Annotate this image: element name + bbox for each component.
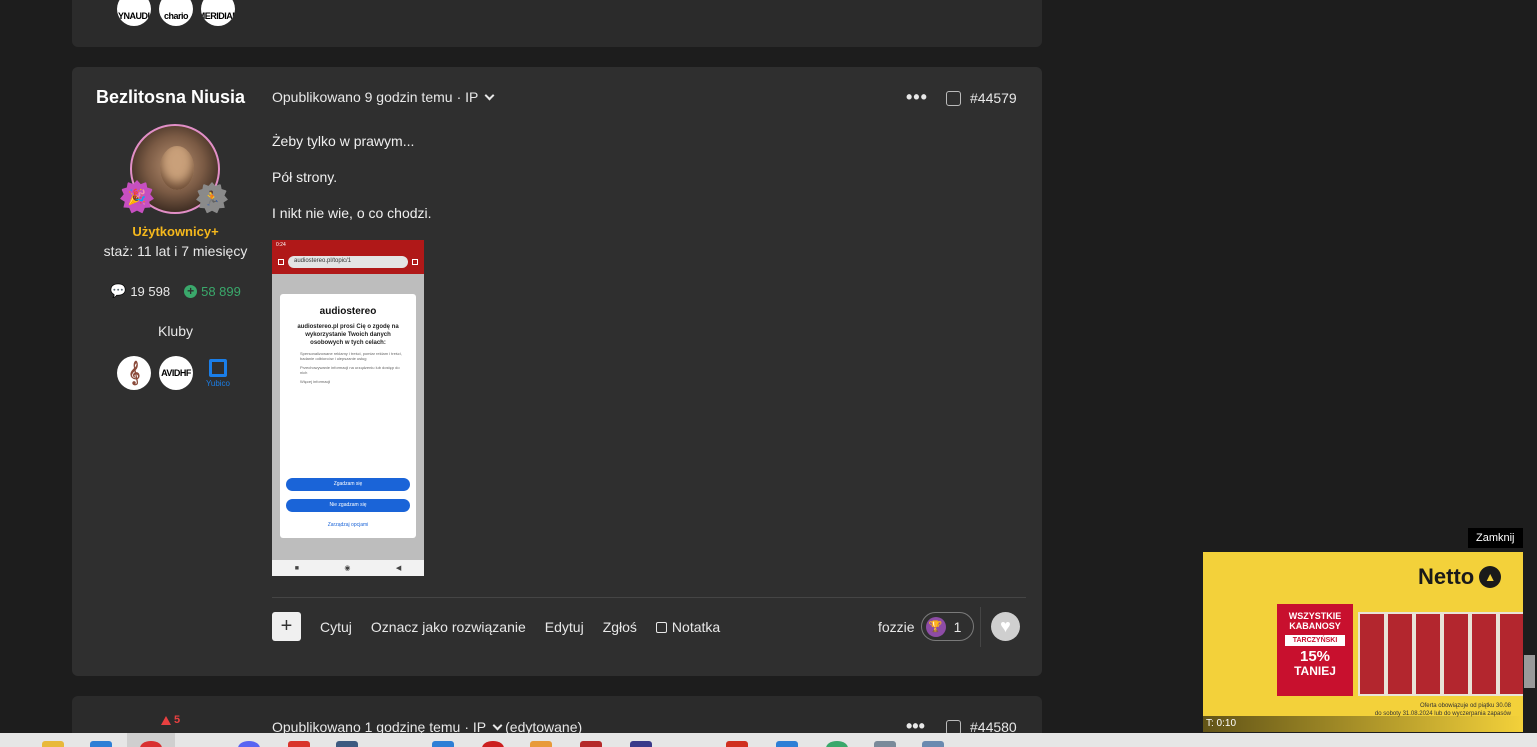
previous-post-clubs: DYNAUDIO chario MERIDIAN [117, 0, 235, 26]
consent-purpose: Przechowywanie informacji na urządzeniu … [300, 365, 400, 375]
ad-close-button[interactable]: Zamknij [1468, 528, 1523, 548]
chevron-down-icon[interactable] [492, 720, 503, 730]
chevron-down-icon[interactable] [484, 90, 495, 100]
app-icon[interactable] [776, 741, 798, 747]
consent-purpose: Spersonalizowane reklamy i treści, pomia… [300, 351, 402, 361]
consent-manage: Zarządzaj opcjami [327, 522, 369, 528]
forum-post: Bezlitosna Niusia 🎉 🏃 Użytkownicy+ staż:… [72, 67, 1042, 676]
reactions: fozzie 🏆 1 [878, 612, 975, 641]
phone-status-bar: 0:24 [272, 240, 424, 250]
content-line: I nikt nie wie, o co chodzi. [272, 205, 432, 221]
post-content: Żeby tylko w prawym... Pół strony. I nik… [272, 133, 432, 241]
author-name[interactable]: Bezlitosna Niusia [96, 87, 245, 108]
club-yubico[interactable]: Yubico [201, 356, 235, 390]
product-image [1358, 612, 1523, 696]
clubs-label: Kluby [157, 323, 194, 339]
avatar[interactable]: 🎉 🏃 [120, 124, 228, 216]
reputation: + 58 899 [184, 283, 241, 299]
netto-dog-icon: ▲ [1479, 566, 1502, 588]
app-icon[interactable] [432, 741, 454, 747]
plus-circle-icon: + [184, 284, 198, 298]
treble-clef-icon: 𝄞 [128, 361, 140, 384]
user-group: Użytkownicy+ [132, 224, 219, 239]
phone-url-bar: audiostereo.pl/topic/1 [272, 250, 424, 274]
ip-link[interactable]: · IP [457, 89, 479, 105]
app-icon[interactable] [580, 741, 602, 747]
app-icon[interactable] [530, 741, 552, 747]
club-avidhf[interactable]: AVIDHF [159, 356, 193, 390]
discord-icon[interactable] [238, 741, 260, 747]
ad-timer: T: 0:10 [1203, 716, 1523, 732]
app-icon[interactable] [336, 741, 358, 747]
more-options-icon[interactable]: ••• [906, 87, 928, 108]
audiostereo-logo: audiostereo [319, 306, 377, 317]
app-icon[interactable] [288, 741, 310, 747]
taskbar [0, 733, 1537, 747]
up-arrow-icon [161, 715, 171, 725]
promo-box: WSZYSTKIE KABANOSY TARCZYŃSKI 15% TANIEJ [1277, 604, 1353, 696]
consent-dialog: audiostereo audiostereo.pl prosi Cię o z… [280, 294, 416, 538]
club-chario[interactable]: chario [159, 0, 193, 26]
post-meta: Opublikowano 9 godzin temu · IP [272, 89, 495, 105]
reaction-pill[interactable]: 🏆 1 [920, 612, 975, 641]
author-clubs: 𝄞 AVIDHF Yubico [117, 356, 235, 390]
opera-icon[interactable] [482, 741, 504, 747]
report-button[interactable]: Zgłoś [603, 619, 637, 635]
heart-icon[interactable]: ♥ [991, 612, 1020, 641]
app-icon[interactable] [922, 741, 944, 747]
scrollbar[interactable] [1522, 0, 1537, 733]
post-number-link[interactable]: #44579 [970, 90, 1017, 106]
reaction-count: 1 [953, 618, 962, 635]
quote-button[interactable]: Cytuj [320, 619, 352, 635]
grid-square-icon [209, 358, 227, 377]
post-select-checkbox[interactable] [946, 91, 961, 106]
phone-nav-bar: ■ ◉ ◀ [272, 560, 424, 576]
back-triangle-icon: ◀ [395, 565, 402, 572]
club-meridian[interactable]: MERIDIAN [201, 0, 235, 26]
content-line: Pół strony. [272, 169, 338, 185]
netto-brand: Netto ▲ [1418, 564, 1502, 590]
note-button[interactable]: Notatka [655, 619, 720, 635]
vote-count: 5 [161, 714, 180, 726]
mark-solution-button[interactable]: Oznacz jako rozwiązanie [371, 619, 526, 635]
divider [980, 607, 981, 647]
consent-more-info: Więcej informacji [300, 379, 331, 384]
url-text: audiostereo.pl/topic/1 [288, 256, 408, 268]
scrollbar-thumb[interactable] [1524, 655, 1535, 688]
club-dynaudio[interactable]: DYNAUDIO [117, 0, 151, 26]
folder-icon[interactable] [42, 741, 64, 747]
app-icon[interactable] [826, 741, 848, 747]
content-line: Żeby tylko w prawym... [272, 133, 415, 149]
trophy-icon: 🏆 [925, 616, 946, 637]
multiquote-button[interactable]: + [272, 612, 301, 641]
club-music-note[interactable]: 𝄞 [117, 356, 151, 390]
consent-title: audiostereo.pl prosi Cię o zgodę na wyko… [297, 324, 399, 346]
app-icon[interactable] [874, 741, 896, 747]
reaction-user[interactable]: fozzie [878, 619, 915, 635]
author-panel: Bezlitosna Niusia 🎉 🏃 Użytkownicy+ staż:… [72, 67, 279, 676]
post-count: 💬 19 598 [110, 283, 171, 299]
attached-screenshot[interactable]: 0:24 audiostereo.pl/topic/1 audiostereo … [272, 240, 424, 576]
divider [272, 597, 1026, 598]
edit-button[interactable]: Edytuj [545, 619, 584, 635]
consent-reject: Nie zgadzam się [286, 499, 410, 512]
app-icon[interactable] [90, 741, 112, 747]
post-actions: + Cytuj Oznacz jako rozwiązanie Edytuj Z… [272, 612, 720, 641]
circle-icon: ◉ [344, 565, 351, 572]
member-since: staż: 11 lat i 7 miesięcy [103, 243, 248, 259]
app-icon[interactable] [630, 741, 652, 747]
comment-icon: 💬 [110, 283, 127, 298]
home-icon [278, 259, 284, 265]
author-stats: 💬 19 598 + 58 899 [72, 283, 279, 299]
app-icon[interactable] [726, 741, 748, 747]
tabs-icon [412, 259, 418, 265]
post-date[interactable]: Opublikowano 9 godzin temu [272, 89, 453, 105]
consent-accept: Zgadzam się [286, 478, 410, 491]
edit-note-icon [655, 621, 667, 633]
square-icon: ■ [294, 564, 299, 572]
video-ad[interactable]: Netto ▲ WSZYSTKIE KABANOSY TARCZYŃSKI 15… [1203, 552, 1523, 732]
